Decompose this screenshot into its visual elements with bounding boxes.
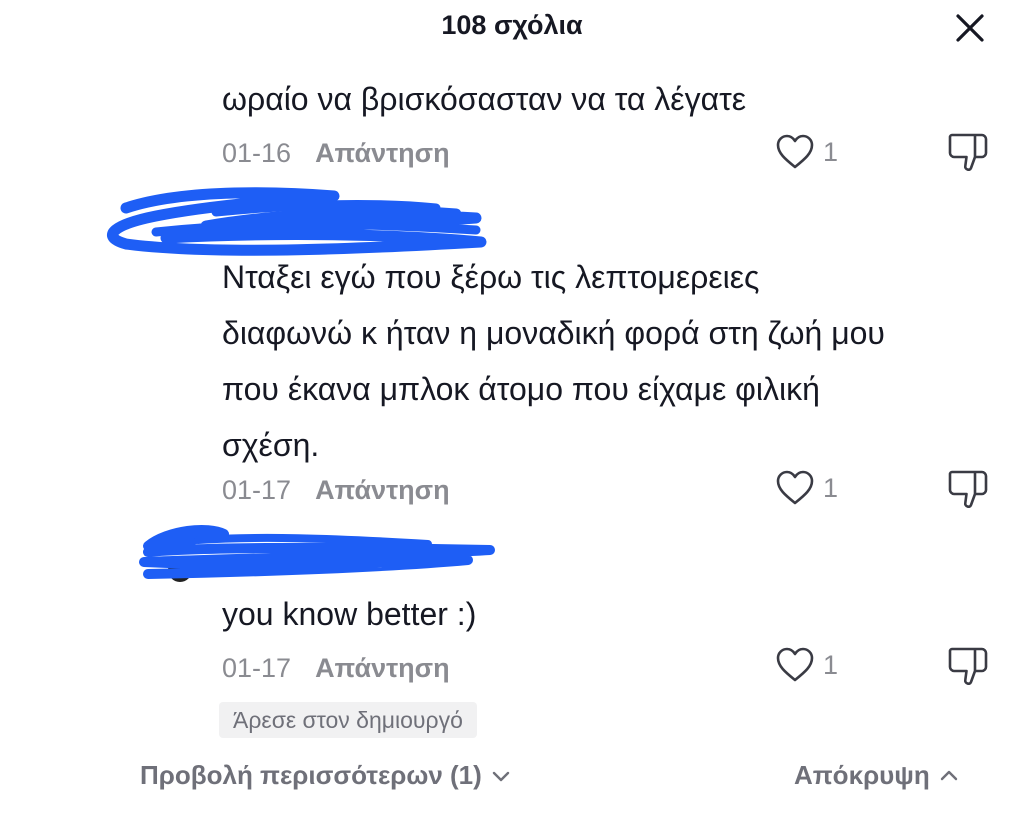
- comment-meta: 01-17 Απάντηση: [222, 470, 450, 510]
- like-button[interactable]: 1: [773, 466, 838, 510]
- heart-outline-icon: [776, 134, 814, 169]
- hide-replies-button[interactable]: Απόκρυψη: [794, 760, 960, 791]
- reply-button[interactable]: Απάντηση: [315, 138, 450, 169]
- close-button[interactable]: [950, 8, 990, 48]
- heart-outline-icon: [776, 647, 814, 682]
- liked-by-creator-badge: Άρεσε στον δημιουργό: [219, 702, 477, 738]
- thumbs-down-icon: [948, 647, 988, 685]
- chevron-down-icon: [492, 771, 509, 781]
- comment-text: ωραίο να βρισκόσασταν να τα λέγατε: [222, 81, 746, 117]
- like-count: 1: [823, 136, 839, 167]
- comment-text: you know better :): [222, 596, 477, 632]
- like-count: 1: [823, 649, 839, 680]
- heart-outline-icon: [776, 470, 814, 505]
- thumbs-down-icon: [948, 133, 988, 171]
- comments-count-title: 108 σχόλια: [441, 10, 583, 40]
- view-more-replies-button[interactable]: Προβολή περισσότερων (1): [140, 760, 512, 791]
- reply-button[interactable]: Απάντηση: [315, 475, 450, 506]
- dislike-button[interactable]: [944, 128, 992, 176]
- redacted-username-scribble: [139, 525, 495, 582]
- reply-button[interactable]: Απάντηση: [315, 653, 450, 684]
- comment-date: 01-16: [222, 137, 292, 168]
- comment-date: 01-17: [222, 474, 292, 505]
- comment-text: Νταξει εγώ που ξέρω τις λεπτομερειες δια…: [222, 259, 885, 463]
- comment-meta: 01-17 Απάντηση: [222, 648, 450, 688]
- dislike-button[interactable]: [944, 465, 992, 513]
- thumbs-down-icon: [948, 470, 988, 508]
- dislike-button[interactable]: [944, 642, 992, 690]
- hide-label: Απόκρυψη: [794, 760, 930, 790]
- close-icon: [956, 14, 984, 42]
- view-more-label: Προβολή περισσότερων (1): [140, 760, 482, 790]
- comment-meta: 01-16 Απάντηση: [222, 133, 450, 173]
- like-button[interactable]: 1: [773, 130, 838, 174]
- like-count: 1: [823, 472, 839, 503]
- redacted-username-scribble: [107, 187, 487, 256]
- like-button[interactable]: 1: [773, 643, 838, 687]
- chevron-up-icon: [940, 770, 957, 780]
- comment-date: 01-17: [222, 652, 292, 683]
